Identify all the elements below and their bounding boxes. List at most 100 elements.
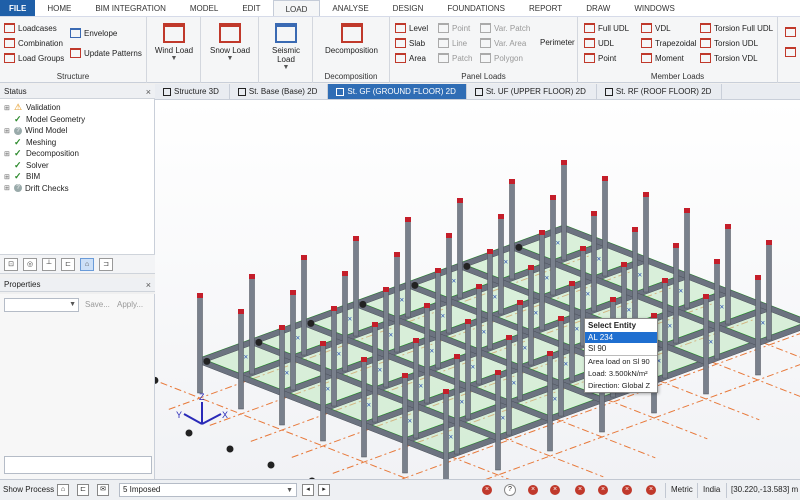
decomposition-button[interactable]: Decomposition	[319, 23, 384, 55]
structure-tree-icon[interactable]: ⊡	[4, 257, 18, 271]
patch-load-button[interactable]: Patch	[438, 53, 472, 63]
stop-icon[interactable]: ×	[598, 485, 608, 495]
status-item-decomposition[interactable]: ⊞ ✓ Decomposition	[0, 148, 154, 160]
menu-windows[interactable]: WINDOWS	[622, 0, 686, 16]
loadcase-select[interactable]: 5 Imposed ▼	[119, 483, 297, 497]
expand-icon[interactable]: ⊞	[4, 184, 11, 192]
polygon-load-button[interactable]: Polygon	[480, 53, 523, 63]
combination-button[interactable]: Combination	[4, 38, 63, 48]
loadcases-button[interactable]: Loadcases	[4, 23, 57, 33]
envelope-button[interactable]: Envelope	[70, 28, 117, 38]
model-viewport[interactable]: × × × × × × × × × × × × × × × × × × × × × × × × × × × × × × × × × × × × × × × ×…	[155, 100, 800, 479]
overflow-icon[interactable]	[785, 47, 796, 57]
structure-model[interactable]: ××××××××××××××××××××××××××××××××××××××××…	[155, 100, 800, 479]
trapezoidal-button[interactable]: Trapezoidal	[641, 38, 697, 48]
tab-ground-floor-2d[interactable]: St. GF (GROUND FLOOR) 2D	[328, 84, 467, 99]
load-groups-button[interactable]: Load Groups	[4, 53, 64, 63]
expand-icon[interactable]: ⊞	[4, 173, 11, 181]
expand-icon[interactable]: ⊞	[4, 150, 11, 158]
overflow-icon[interactable]	[785, 27, 796, 37]
area-load-marker: ×	[441, 312, 446, 321]
menu-edit[interactable]: EDIT	[230, 0, 272, 16]
line-load-button[interactable]: Line	[438, 38, 467, 48]
units-label[interactable]: Metric	[671, 485, 693, 494]
status-item-model-geometry[interactable]: ✓ Model Geometry	[0, 114, 154, 126]
status-item-solver[interactable]: ✓ Solver	[0, 160, 154, 172]
next-icon[interactable]: ▸	[318, 484, 330, 496]
entity-option-al-234[interactable]: AL 234	[585, 332, 657, 343]
status-item-drift-checks[interactable]: ⊞? Drift Checks	[0, 183, 154, 195]
menu-load[interactable]: LOAD	[272, 0, 321, 16]
var-patch-load-button[interactable]: Var. Patch	[480, 23, 530, 33]
torsion-full-udl-button[interactable]: Torsion Full UDL	[700, 23, 773, 33]
status-item-validation[interactable]: ⊞ ⚠ Validation	[0, 102, 154, 114]
expand-icon[interactable]: ⊞	[4, 104, 11, 112]
member-icon[interactable]: ┴	[42, 257, 56, 271]
load-icon[interactable]: ⊏	[61, 257, 75, 271]
tab-roof-floor-2d[interactable]: St. RF (ROOF FLOOR) 2D	[597, 84, 723, 99]
help-icon[interactable]: ?	[504, 484, 516, 496]
properties-object-select[interactable]: ▼	[4, 298, 79, 312]
stop-icon[interactable]: ×	[646, 485, 656, 495]
stop-icon[interactable]: ×	[550, 485, 560, 495]
member-point-load-button[interactable]: Point	[584, 53, 616, 63]
slab-load-button[interactable]: Slab	[395, 38, 425, 48]
perimeter-load-button[interactable]: Perimeter	[540, 38, 575, 47]
expand-icon[interactable]: ⊞	[4, 127, 11, 135]
process-icon[interactable]: ⌂	[57, 484, 69, 496]
wind-load-button[interactable]: Wind Load ▼	[153, 23, 195, 62]
point-load-button[interactable]: Point	[438, 23, 470, 33]
menu-analyse[interactable]: ANALYSE	[320, 0, 380, 16]
udl-button[interactable]: UDL	[584, 38, 614, 48]
full-udl-button[interactable]: Full UDL	[584, 23, 629, 33]
seismic-load-button[interactable]: Seismic Load ▼	[265, 23, 307, 71]
apply-button[interactable]: Apply...	[117, 300, 143, 309]
globe-icon[interactable]: ◎	[23, 257, 37, 271]
stop-icon[interactable]: ×	[482, 485, 492, 495]
column	[405, 219, 411, 318]
menu-model[interactable]: MODEL	[178, 0, 230, 16]
stop-icon[interactable]: ×	[622, 485, 632, 495]
previous-icon[interactable]: ◂	[302, 484, 314, 496]
torsion-vdl-button[interactable]: Torsion VDL	[700, 53, 758, 63]
stop-icon[interactable]: ×	[528, 485, 538, 495]
status-item-wind-model[interactable]: ⊞? Wind Model	[0, 125, 154, 137]
2d-view-icon	[237, 87, 246, 96]
status-icon[interactable]: ⌂	[80, 257, 94, 271]
menu-foundations[interactable]: FOUNDATIONS	[435, 0, 517, 16]
email-icon[interactable]: ✉	[97, 484, 109, 496]
var-area-load-button[interactable]: Var. Area	[480, 38, 526, 48]
menu-design[interactable]: DESIGN	[381, 0, 436, 16]
area-load-marker: ×	[575, 325, 580, 334]
status-item-bim[interactable]: ⊞ ✓ BIM	[0, 171, 154, 183]
menu-draw[interactable]: DRAW	[574, 0, 622, 16]
tab-structure-3d[interactable]: Structure 3D	[155, 84, 230, 99]
torsion-udl-button[interactable]: Torsion UDL	[700, 38, 758, 48]
save-button[interactable]: Save...	[85, 300, 110, 309]
region-label[interactable]: India	[703, 485, 720, 494]
menu-report[interactable]: REPORT	[517, 0, 574, 16]
entity-option-sl-90[interactable]: Sl 90	[585, 343, 657, 354]
flag-icon[interactable]: ⊐	[99, 257, 113, 271]
vdl-button[interactable]: VDL	[641, 23, 671, 33]
stop-icon[interactable]: ×	[575, 485, 585, 495]
close-icon[interactable]: ×	[146, 278, 151, 292]
menu-file[interactable]: FILE	[0, 0, 36, 16]
grid-bubble	[307, 319, 315, 327]
tab-upper-floor-2d[interactable]: St. UF (UPPER FLOOR) 2D	[467, 84, 597, 99]
snow-load-button[interactable]: Snow Load ▼	[207, 23, 253, 62]
menu-bim-integration[interactable]: BIM INTEGRATION	[83, 0, 178, 16]
update-patterns-button[interactable]: Update Patterns	[70, 48, 142, 58]
level-load-button[interactable]: Level	[395, 23, 428, 33]
status-item-meshing[interactable]: ✓ Meshing	[0, 137, 154, 149]
close-icon[interactable]: ×	[146, 85, 151, 99]
command-field[interactable]	[4, 456, 152, 474]
loads-icon[interactable]: ⊏	[77, 484, 89, 496]
moment-button[interactable]: Moment	[641, 53, 684, 63]
show-process-label[interactable]: Show Process	[3, 485, 54, 494]
tab-base-2d[interactable]: St. Base (Base) 2D	[230, 84, 329, 99]
menu-home[interactable]: HOME	[35, 0, 83, 16]
area-load-marker: ×	[523, 344, 528, 353]
area-load-button[interactable]: Area	[395, 53, 426, 63]
level-load-icon	[395, 23, 406, 33]
